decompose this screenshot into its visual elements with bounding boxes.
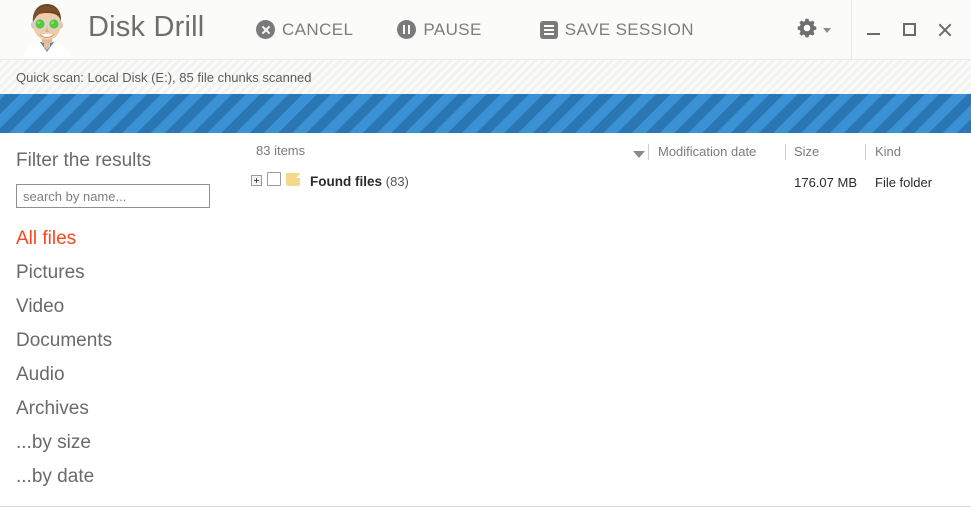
column-separator <box>865 144 866 160</box>
column-header-modification-date[interactable]: Modification date <box>658 144 756 159</box>
sidebar-item-audio[interactable]: Audio <box>0 358 240 392</box>
cancel-button[interactable]: CANCEL <box>256 0 353 59</box>
pause-button[interactable]: PAUSE <box>397 0 481 59</box>
row-size: 176.07 MB <box>794 175 857 190</box>
column-separator <box>785 144 786 160</box>
minimize-icon <box>866 32 880 35</box>
disk-drill-window: Disk Drill CANCEL PAUSE SAVE SESSION Qui… <box>0 0 971 507</box>
pause-button-label: PAUSE <box>423 19 482 39</box>
scan-status-bar: Quick scan: Local Disk (E:), 85 file chu… <box>0 59 971 94</box>
sidebar-item-by-size[interactable]: ...by size <box>0 426 240 460</box>
search-input[interactable] <box>16 184 210 208</box>
scientist-avatar-icon <box>16 0 78 59</box>
main-content: Filter the results All files Pictures Vi… <box>0 133 971 506</box>
items-count-label: 83 items <box>256 143 306 158</box>
save-session-button-label: SAVE SESSION <box>564 19 694 39</box>
maximize-icon <box>902 23 916 36</box>
row-checkbox[interactable] <box>267 172 281 186</box>
folder-icon <box>286 172 302 186</box>
row-kind: File folder <box>875 175 933 190</box>
sidebar-item-all-files[interactable]: All files <box>0 222 240 256</box>
list-square-icon <box>539 20 558 39</box>
column-separator <box>648 144 649 160</box>
title-bar: Disk Drill CANCEL PAUSE SAVE SESSION <box>0 0 971 59</box>
cancel-button-label: CANCEL <box>282 19 354 39</box>
row-name-text: Found files <box>310 174 382 189</box>
pause-circle-icon <box>397 20 417 39</box>
sidebar-item-pictures[interactable]: Pictures <box>0 256 240 290</box>
gear-icon <box>797 18 817 43</box>
close-button[interactable] <box>927 0 963 59</box>
sidebar-nav: All files Pictures Video Documents Audio… <box>0 222 240 494</box>
toolbar-actions: CANCEL PAUSE SAVE SESSION <box>256 0 718 59</box>
app-title: Disk Drill <box>88 11 205 43</box>
chevron-down-icon <box>823 28 831 33</box>
window-controls <box>855 0 971 59</box>
settings-menu-button[interactable] <box>797 18 831 43</box>
sidebar-item-video[interactable]: Video <box>0 290 240 324</box>
scan-progress-bar <box>0 94 971 133</box>
sort-descending-icon[interactable] <box>633 151 645 158</box>
sidebar: Filter the results All files Pictures Vi… <box>0 133 240 506</box>
sidebar-item-by-date[interactable]: ...by date <box>0 460 240 494</box>
row-child-count: (83) <box>385 174 409 189</box>
sidebar-title: Filter the results <box>16 150 152 171</box>
titlebar-divider <box>851 0 852 59</box>
cancel-circle-icon <box>256 20 275 39</box>
column-header-kind[interactable]: Kind <box>875 144 901 159</box>
table-row[interactable]: Found files (83) 176.07 MB File folder <box>240 167 971 197</box>
close-icon <box>937 22 953 38</box>
sidebar-item-archives[interactable]: Archives <box>0 392 240 426</box>
file-results-pane: 83 items Modification date Size Kind Fou… <box>240 133 971 506</box>
sidebar-item-documents[interactable]: Documents <box>0 324 240 358</box>
column-header: 83 items Modification date Size Kind <box>240 133 971 167</box>
maximize-button[interactable] <box>891 0 927 59</box>
scan-status-text: Quick scan: Local Disk (E:), 85 file chu… <box>16 69 312 85</box>
save-session-button[interactable]: SAVE SESSION <box>539 0 694 59</box>
expand-plus-icon[interactable] <box>251 175 262 186</box>
row-name: Found files (83) <box>310 174 409 189</box>
column-header-size[interactable]: Size <box>794 144 819 159</box>
minimize-button[interactable] <box>855 0 891 59</box>
